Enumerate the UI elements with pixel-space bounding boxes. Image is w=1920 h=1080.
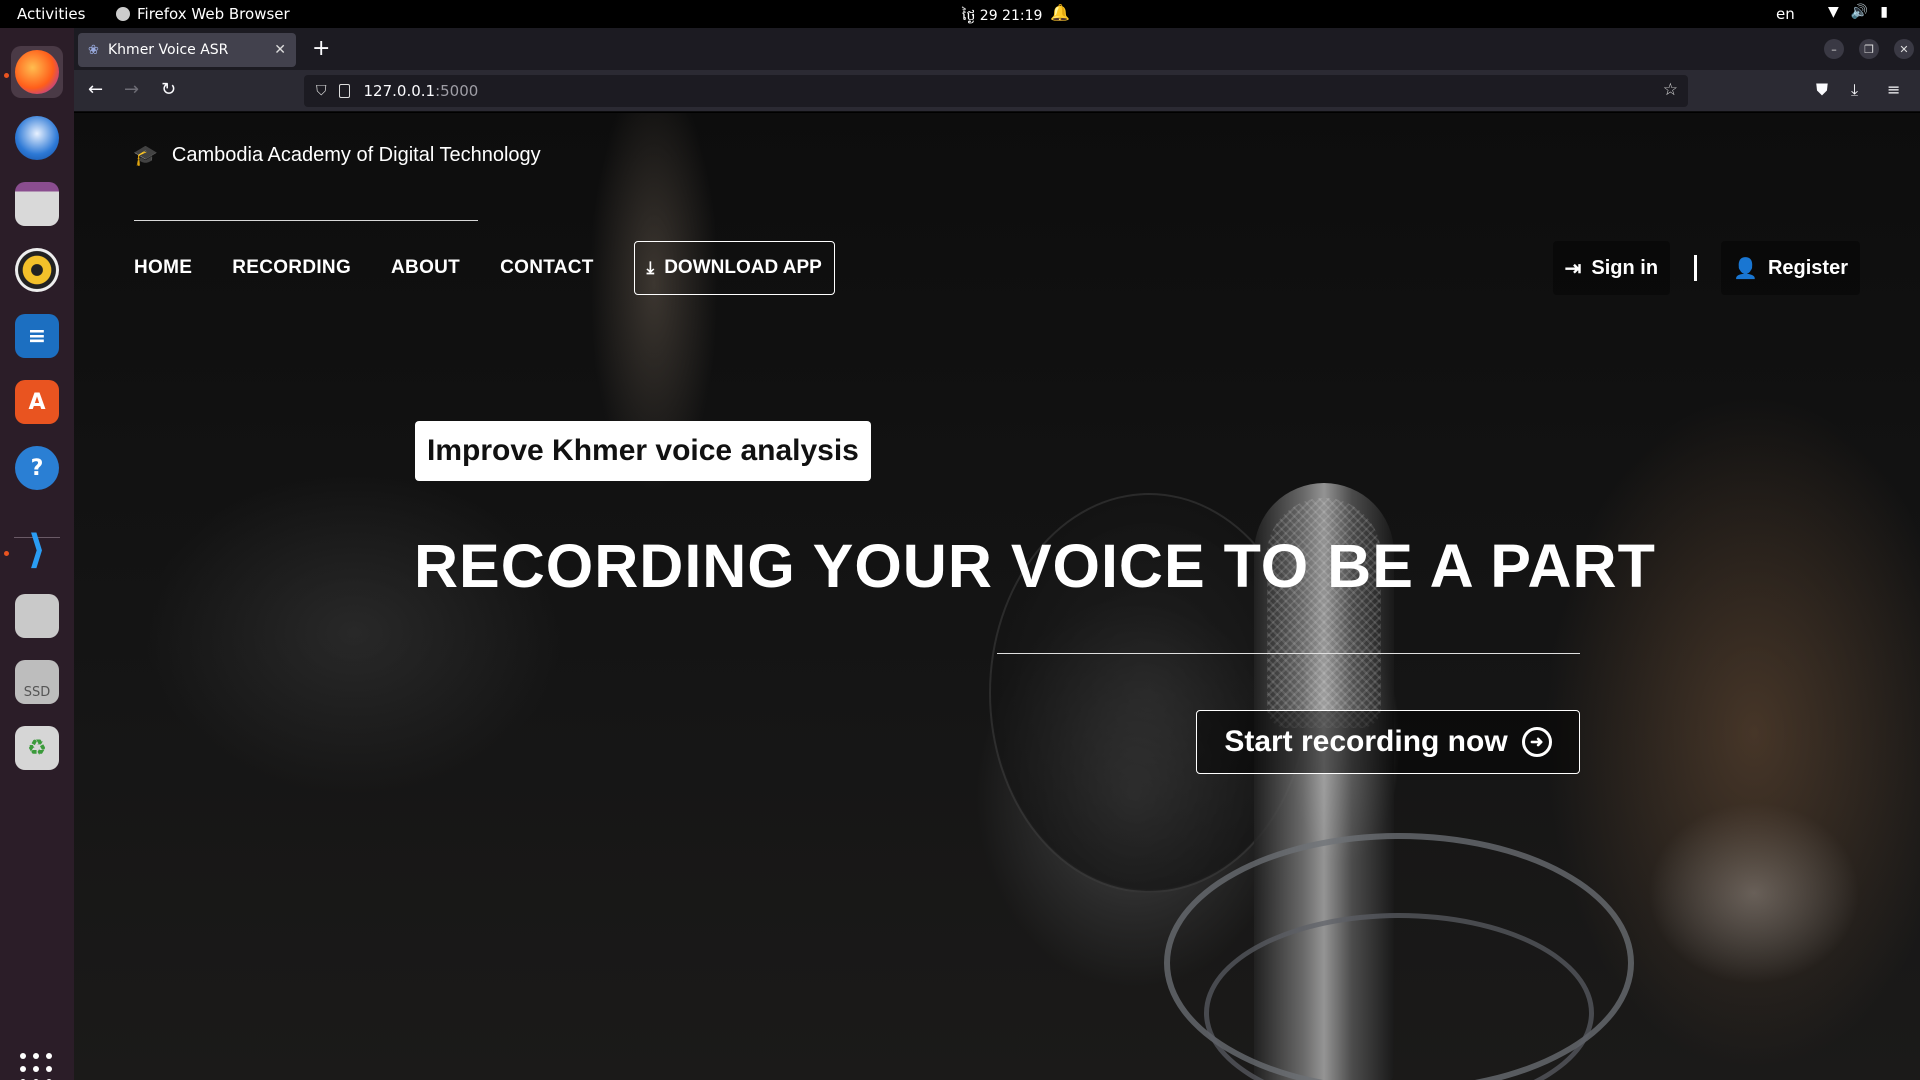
dock: ≡ A ? ⟩ SSD ♻ (0, 28, 74, 1080)
download-app-button[interactable]: ⤓ DOWNLOAD APP (633, 241, 835, 295)
show-apps-grid-icon[interactable] (20, 1053, 54, 1080)
ssd-icon: SSD (15, 660, 59, 704)
register-button[interactable]: 👤 Register (1721, 241, 1860, 295)
clock[interactable]: ថ្ងៃ 29 21:19 (962, 6, 1042, 27)
page-info-icon[interactable] (338, 84, 350, 98)
site-brand[interactable]: 🎓 Cambodia Academy of Digital Technology (133, 143, 541, 167)
back-button[interactable]: ← (88, 79, 103, 100)
pocket-icon[interactable]: ⛊ (1816, 80, 1828, 100)
nav-contact[interactable]: CONTACT (500, 257, 594, 279)
files-icon (15, 182, 59, 226)
sign-in-icon: ⇥ (1564, 257, 1582, 280)
tab-bar: ❀ Khmer Voice ASR ✕ + – ❐ ✕ (74, 28, 1920, 70)
notification-bell-icon[interactable]: 🔔 (1050, 3, 1070, 22)
nav-home[interactable]: HOME (134, 257, 192, 279)
tab-favicon-icon: ❀ (88, 43, 99, 58)
dock-files[interactable] (11, 178, 63, 230)
system-top-bar: Activities Firefox Web Browser ថ្ងៃ 29 2… (0, 0, 1920, 28)
dock-writer[interactable]: ≡ (11, 310, 63, 362)
url-bar[interactable]: ⛉ 127.0.0.1 :5000 ☆ (304, 75, 1688, 107)
sign-in-button[interactable]: ⇥ Sign in (1552, 241, 1671, 295)
dock-rhythmbox[interactable] (11, 244, 63, 296)
wifi-icon: ▼ (1828, 4, 1839, 20)
disk-icon (15, 594, 59, 638)
dock-vscode[interactable]: ⟩ (11, 524, 63, 576)
close-window-icon[interactable]: ✕ (1894, 39, 1914, 59)
user-plus-icon: 👤 (1733, 257, 1758, 280)
dock-help[interactable]: ? (11, 442, 63, 494)
download-icon: ⤓ (646, 258, 655, 277)
brand-name: Cambodia Academy of Digital Technology (171, 143, 541, 166)
auth-separator (1694, 255, 1698, 281)
main-nav: HOME RECORDING ABOUT CONTACT ⤓ DOWNLOAD … (134, 241, 835, 295)
url-host: 127.0.0.1 (363, 82, 436, 100)
system-tray[interactable]: ▼ 🔊 ▮ (1828, 4, 1888, 20)
dock-thunderbird[interactable] (11, 112, 63, 164)
bookmark-star-icon[interactable]: ☆ (1663, 80, 1678, 100)
auth-links: ⇥ Sign in 👤 Register (1552, 241, 1860, 295)
running-indicator (4, 551, 9, 556)
download-app-label: DOWNLOAD APP (664, 257, 822, 278)
navigation-toolbar: ← → ↻ ⛉ 127.0.0.1 :5000 ☆ ⛊ ⤓ ≡ (74, 70, 1920, 112)
reload-button[interactable]: ↻ (161, 79, 176, 100)
rhythmbox-icon (15, 248, 59, 292)
help-icon: ? (15, 446, 59, 490)
app-menu-label: Firefox Web Browser (137, 5, 290, 23)
battery-icon: ▮ (1880, 4, 1888, 20)
writer-icon: ≡ (15, 314, 59, 358)
tab-close-icon[interactable]: ✕ (274, 42, 286, 58)
sign-in-label: Sign in (1591, 256, 1659, 279)
minimize-icon[interactable]: – (1824, 39, 1844, 59)
restore-icon[interactable]: ❐ (1859, 39, 1879, 59)
dock-software[interactable]: A (11, 376, 63, 428)
start-recording-label: Start recording now (1224, 725, 1508, 758)
dock-firefox[interactable] (11, 46, 63, 98)
software-icon: A (15, 380, 59, 424)
input-language[interactable]: en (1776, 5, 1795, 23)
graduation-cap-icon: 🎓 (133, 143, 158, 167)
new-tab-button[interactable]: + (312, 36, 330, 61)
web-page: 🎓 Cambodia Academy of Digital Technology… (74, 113, 1920, 1080)
arrow-right-circle-icon: ➜ (1521, 727, 1552, 757)
dock-disk[interactable] (11, 590, 63, 642)
forward-button[interactable]: → (124, 79, 139, 100)
register-label: Register (1767, 256, 1848, 279)
firefox-icon (15, 50, 59, 94)
dock-trash[interactable]: ♻ (11, 722, 63, 774)
nav-about[interactable]: ABOUT (391, 257, 460, 279)
start-recording-button[interactable]: Start recording now ➜ (1196, 710, 1580, 774)
activities-button[interactable]: Activities (17, 5, 85, 23)
tab-title: Khmer Voice ASR (108, 42, 229, 58)
running-indicator (4, 73, 9, 78)
volume-icon: 🔊 (1850, 4, 1869, 20)
hero-tagline: Improve Khmer voice analysis (415, 421, 871, 481)
vscode-icon: ⟩ (27, 527, 47, 573)
hero-divider (997, 653, 1580, 654)
tracking-protection-shield-icon[interactable]: ⛉ (316, 83, 327, 99)
trash-icon: ♻ (15, 726, 59, 770)
menu-hamburger-icon[interactable]: ≡ (1887, 80, 1900, 99)
downloads-icon[interactable]: ⤓ (1851, 80, 1858, 100)
brand-divider (134, 220, 478, 221)
dock-ssd[interactable]: SSD (11, 656, 63, 708)
app-menu[interactable]: Firefox Web Browser (116, 5, 290, 23)
thunderbird-icon (15, 116, 59, 160)
firefox-mini-icon (116, 7, 130, 21)
tab-khmer-voice-asr[interactable]: ❀ Khmer Voice ASR ✕ (78, 33, 296, 67)
nav-recording[interactable]: RECORDING (232, 257, 351, 279)
hero-headline: RECORDING YOUR VOICE TO BE A PART (414, 532, 1656, 600)
url-port: :5000 (435, 82, 479, 100)
